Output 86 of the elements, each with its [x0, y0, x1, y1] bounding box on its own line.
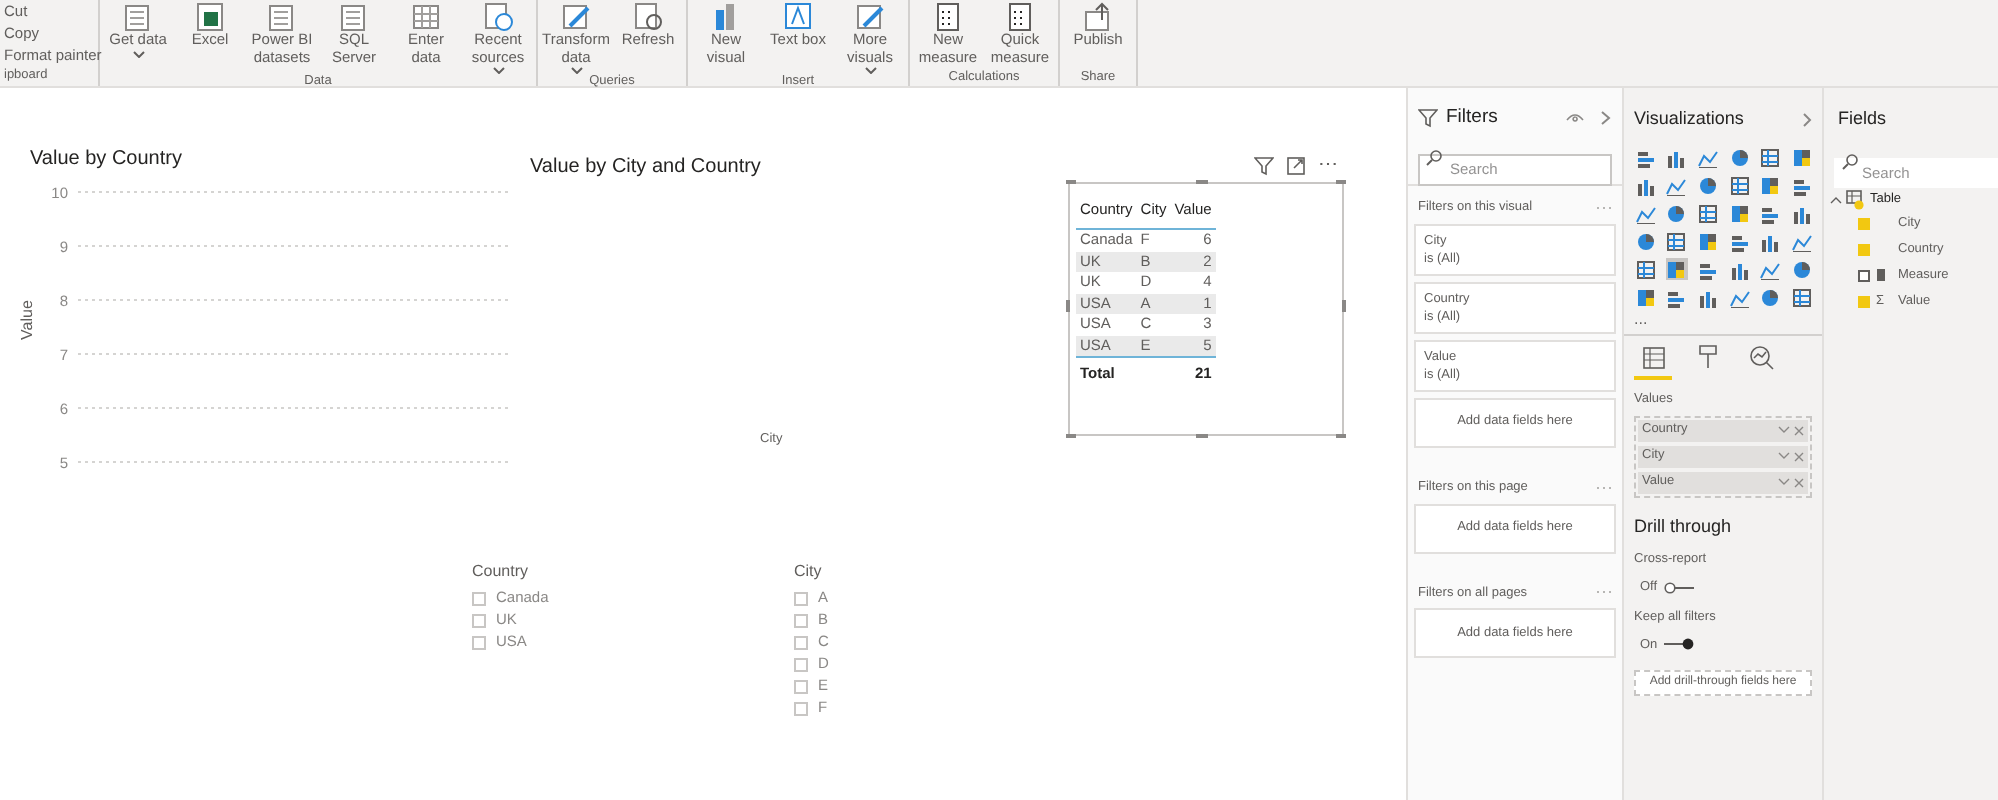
grid-icon — [410, 0, 442, 32]
search-icon — [1842, 154, 1858, 170]
resize-handle[interactable] — [1196, 434, 1208, 438]
chevron-down-icon[interactable] — [1778, 452, 1790, 461]
visual-type-button[interactable] — [1790, 174, 1813, 196]
resize-handle[interactable] — [1336, 180, 1346, 184]
search-icon — [1426, 150, 1442, 166]
filter-icon[interactable] — [1254, 156, 1274, 176]
visual-type-button[interactable] — [1634, 174, 1656, 196]
close-icon[interactable] — [1794, 451, 1804, 462]
visual-type-button[interactable] — [1665, 146, 1688, 168]
pencil-icon — [854, 0, 886, 32]
visual-type-button[interactable] — [1728, 258, 1750, 280]
magnifier-chart-icon — [1748, 344, 1774, 370]
visual-type-button[interactable] — [1665, 230, 1688, 252]
resize-handle[interactable] — [1066, 434, 1076, 438]
visual-type-button[interactable] — [1696, 202, 1719, 224]
resize-handle[interactable] — [1342, 300, 1346, 312]
upload-icon — [1082, 0, 1114, 32]
visual-type-button[interactable] — [1634, 146, 1656, 168]
visual-type-button[interactable] — [1728, 286, 1750, 308]
chart-title: Value by City and Country — [530, 154, 761, 182]
close-icon[interactable] — [1794, 477, 1804, 488]
close-icon[interactable] — [1794, 425, 1804, 436]
document-icon — [122, 0, 154, 32]
slicer-title: Country — [472, 560, 531, 584]
visual-type-button[interactable] — [1790, 146, 1813, 168]
visual-type-button[interactable] — [1665, 202, 1688, 224]
visual-type-button[interactable] — [1634, 230, 1656, 252]
filter-icon — [1418, 108, 1438, 128]
visual-type-button[interactable] — [1790, 230, 1813, 252]
resize-handle[interactable] — [1336, 434, 1346, 438]
visual-type-button[interactable] — [1634, 258, 1656, 280]
visual-type-button[interactable] — [1759, 258, 1782, 280]
text-box-icon — [782, 0, 814, 32]
axis-title: Value — [15, 300, 38, 340]
toggle-switch[interactable] — [1663, 581, 1694, 594]
visual-type-button[interactable] — [1696, 174, 1719, 196]
table-icon — [1846, 190, 1866, 210]
pane-tab[interactable] — [1634, 344, 1672, 380]
visual-type-button[interactable] — [1790, 202, 1813, 224]
visual-type-button[interactable] — [1696, 146, 1719, 168]
visual-type-button[interactable] — [1759, 174, 1782, 196]
visual-type-button[interactable] — [1790, 286, 1813, 308]
table-grid-icon — [1640, 344, 1666, 370]
visual-type-button[interactable] — [1665, 174, 1688, 196]
visual-type-button[interactable] — [1759, 146, 1782, 168]
toggle-switch[interactable] — [1663, 638, 1694, 651]
focus-mode-icon[interactable] — [1286, 156, 1306, 176]
visual-type-button[interactable] — [1728, 174, 1750, 196]
visual-type-button[interactable] — [1728, 146, 1750, 168]
visual-type-button[interactable] — [1696, 258, 1719, 280]
chevron-down-icon[interactable] — [1778, 478, 1790, 487]
pane-title: Fields — [1838, 105, 1887, 132]
visual-type-button[interactable] — [1696, 230, 1719, 252]
visual-type-button[interactable] — [1665, 258, 1688, 280]
visual-type-button[interactable] — [1634, 286, 1656, 308]
visual-type-button[interactable] — [1665, 286, 1688, 308]
paint-roller-icon — [1694, 344, 1720, 370]
expand-icon[interactable] — [1830, 196, 1842, 204]
visual-type-button[interactable] — [1696, 286, 1719, 308]
resize-handle[interactable] — [1066, 180, 1076, 184]
visual-type-button[interactable] — [1634, 202, 1656, 224]
document-icon — [266, 0, 298, 32]
more-options-button[interactable]: ⋯ — [1318, 156, 1338, 176]
chart-title: Value by Country — [30, 146, 182, 174]
spreadsheet-icon — [194, 0, 226, 32]
resize-handle[interactable] — [1196, 180, 1208, 184]
pencil-icon — [560, 0, 592, 32]
pane-title: Visualizations — [1634, 105, 1744, 132]
section-title: Drill through — [1634, 513, 1734, 540]
visual-type-button[interactable] — [1759, 202, 1782, 224]
visual-type-button[interactable] — [1790, 258, 1813, 280]
eye-icon[interactable] — [1566, 111, 1584, 125]
visual-type-button[interactable] — [1759, 286, 1782, 308]
pane-title: Filters — [1446, 103, 1500, 132]
chevron-down-icon[interactable] — [1778, 426, 1790, 435]
visual-type-button[interactable] — [1728, 202, 1750, 224]
chevron-right-icon[interactable] — [1802, 111, 1812, 127]
visual-type-button[interactable] — [1759, 230, 1782, 252]
resize-handle[interactable] — [1066, 300, 1070, 312]
chevron-right-icon[interactable] — [1600, 110, 1612, 126]
slicer-title: City — [794, 560, 824, 584]
more-visuals-text: ... — [1634, 312, 1650, 328]
document-icon — [338, 0, 370, 32]
visual-type-button[interactable] — [1728, 230, 1750, 252]
